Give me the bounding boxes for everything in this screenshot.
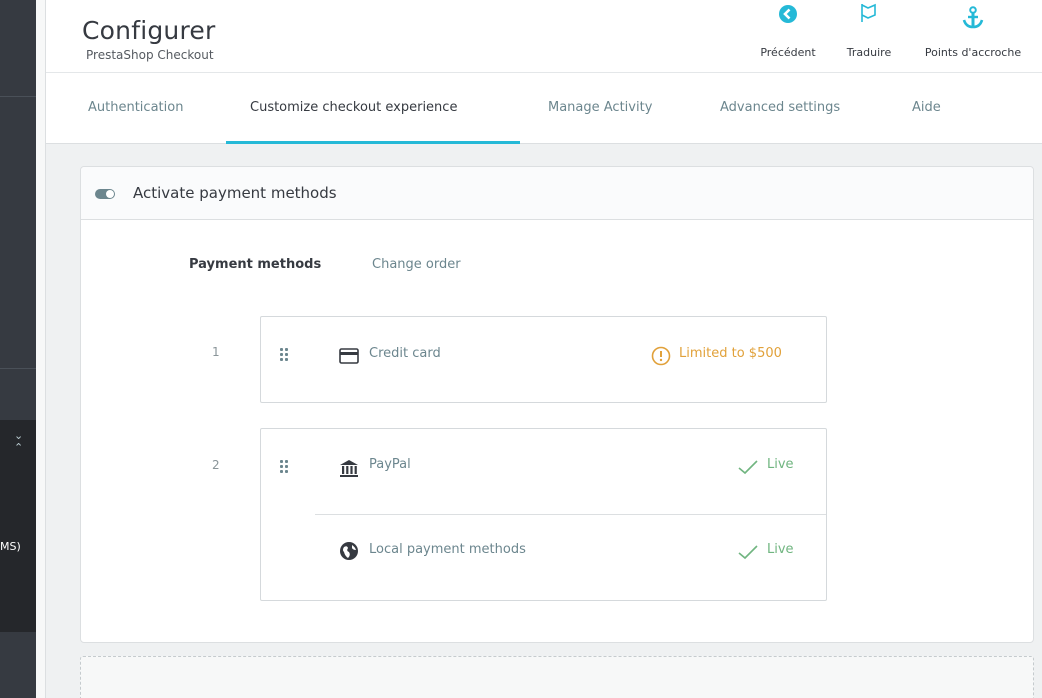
panel-header: Activate payment methods bbox=[81, 167, 1033, 220]
position-number: 2 bbox=[212, 458, 220, 472]
tab-authentication[interactable]: Authentication bbox=[88, 73, 183, 144]
method-label: PayPal bbox=[369, 457, 411, 472]
check-icon bbox=[738, 545, 758, 560]
back-button[interactable]: Précédent bbox=[750, 0, 826, 72]
toolbar-label: Précédent bbox=[760, 46, 816, 59]
globe-icon bbox=[340, 542, 358, 560]
panel-title: Activate payment methods bbox=[133, 184, 337, 202]
sidebar: ⌄ ⌃ MS) bbox=[0, 0, 36, 698]
position-number: 1 bbox=[212, 345, 220, 359]
check-icon bbox=[738, 460, 758, 475]
tab-customize-checkout[interactable]: Customize checkout experience bbox=[250, 73, 457, 144]
method-label: Local payment methods bbox=[369, 542, 526, 557]
chevron-up-icon[interactable]: ⌃ bbox=[14, 442, 23, 454]
toggle-icon bbox=[95, 189, 115, 199]
toolbar-label: Traduire bbox=[846, 46, 892, 59]
divider bbox=[315, 514, 826, 515]
status-badge: Live bbox=[767, 542, 794, 557]
anchor-icon bbox=[962, 6, 984, 29]
sidebar-divider bbox=[0, 96, 36, 97]
drag-handle-icon[interactable] bbox=[280, 348, 289, 362]
page-subtitle: PrestaShop Checkout bbox=[86, 48, 214, 62]
payment-methods-panel: Activate payment methods Payment methods… bbox=[80, 166, 1034, 643]
module-tabs: Authentication Customize checkout experi… bbox=[46, 72, 1042, 144]
subtab-payment-methods[interactable]: Payment methods bbox=[189, 257, 321, 272]
tab-advanced-settings[interactable]: Advanced settings bbox=[720, 73, 840, 144]
flag-icon bbox=[861, 3, 876, 22]
sidebar-item-label[interactable]: MS) bbox=[0, 540, 21, 553]
subtab-change-order[interactable]: Change order bbox=[372, 257, 461, 272]
sidebar-divider bbox=[0, 368, 36, 369]
payment-method-card: Credit card Limited to $500 bbox=[260, 316, 827, 403]
bank-icon bbox=[340, 460, 358, 477]
page-header: Configurer PrestaShop Checkout Précédent… bbox=[46, 0, 1042, 72]
warning-circle-icon bbox=[651, 346, 671, 366]
tab-manage-activity[interactable]: Manage Activity bbox=[548, 73, 652, 144]
method-label: Credit card bbox=[369, 346, 441, 361]
page-title: Configurer bbox=[82, 16, 216, 45]
status-badge: Limited to $500 bbox=[679, 346, 782, 361]
next-panel-placeholder bbox=[80, 656, 1034, 698]
hooks-button[interactable]: Points d'accroche bbox=[908, 0, 1038, 72]
active-tab-indicator bbox=[226, 141, 520, 144]
credit-card-icon bbox=[339, 348, 359, 364]
status-badge: Live bbox=[767, 457, 794, 472]
back-circle-icon bbox=[779, 5, 797, 23]
toolbar-label: Points d'accroche bbox=[924, 46, 1022, 59]
drag-handle-icon[interactable] bbox=[280, 460, 289, 474]
translate-button[interactable]: Traduire bbox=[836, 0, 902, 72]
tab-help[interactable]: Aide bbox=[912, 73, 941, 144]
payment-method-card: PayPal Live Local payment methods Live bbox=[260, 428, 827, 601]
